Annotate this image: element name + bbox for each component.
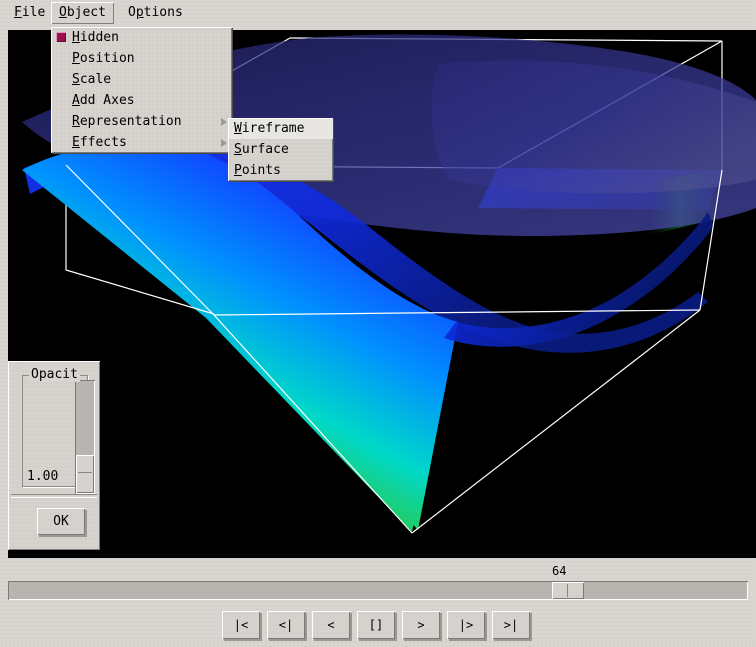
menu-item-representation[interactable]: Representation — [51, 111, 232, 132]
menu-object[interactable]: Object — [51, 2, 114, 24]
step-forward-button[interactable]: |> — [447, 611, 485, 639]
menu-file[interactable]: File — [6, 2, 53, 24]
object-dropdown-menu[interactable]: Hidden Position Scale Add Axes Represent… — [51, 27, 232, 153]
frame-value-label: 64 — [552, 564, 567, 578]
menu-item-effects[interactable]: Effects — [51, 132, 232, 153]
animation-buttons: |< <| < [] > |> >| — [222, 611, 534, 641]
submenu-arrow-icon — [221, 139, 227, 147]
opacity-group-label: Opacit — [29, 367, 80, 382]
submenu-item-wireframe-label: ireframe — [241, 121, 305, 136]
step-back-button[interactable]: <| — [267, 611, 305, 639]
menu-item-position[interactable]: Position — [51, 48, 232, 69]
menu-item-hidden[interactable]: Hidden — [51, 27, 232, 48]
submenu-item-wireframe[interactable]: Wireframe — [228, 118, 333, 139]
submenu-item-points[interactable]: Points — [228, 160, 333, 181]
menu-item-add-axes[interactable]: Add Axes — [51, 90, 232, 111]
hidden-checkbox-icon[interactable] — [56, 32, 66, 42]
last-frame-button[interactable]: >| — [492, 611, 530, 639]
menu-item-hidden-label: idden — [79, 30, 119, 45]
application-window: File Object Options Hidden Position Scal… — [0, 0, 756, 647]
submenu-item-surface-label: urface — [241, 142, 289, 157]
submenu-arrow-icon — [221, 118, 227, 126]
opacity-dialog: Opacit 1.00 OK — [8, 361, 100, 550]
menu-item-scale[interactable]: Scale — [51, 69, 232, 90]
menu-options-label: tions — [143, 5, 183, 20]
menu-item-representation-label: epresentation — [79, 114, 182, 129]
first-frame-button[interactable]: |< — [222, 611, 260, 639]
submenu-item-surface[interactable]: Surface — [228, 139, 333, 160]
submenu-item-points-label: oints — [241, 163, 281, 178]
menu-item-add-axes-label: dd Axes — [79, 93, 135, 108]
menu-item-effects-label: ffects — [79, 135, 127, 150]
opacity-value-label: 1.00 — [27, 469, 59, 484]
play-backward-button[interactable]: < — [312, 611, 350, 639]
menu-options[interactable]: Options — [120, 2, 191, 24]
opacity-slider-thumb[interactable] — [76, 455, 94, 493]
dialog-separator — [11, 494, 97, 498]
opacity-ok-button[interactable]: OK — [37, 508, 85, 535]
frame-value-row: 64 — [0, 564, 756, 579]
menu-bar: File Object Options — [0, 0, 756, 27]
representation-submenu[interactable]: Wireframe Surface Points — [228, 118, 333, 181]
menu-item-position-label: osition — [79, 51, 135, 66]
menu-item-scale-label: cale — [79, 72, 112, 87]
menu-object-label: bject — [66, 5, 106, 20]
play-forward-button[interactable]: > — [402, 611, 440, 639]
menu-file-label: ile — [21, 5, 46, 20]
frame-slider-thumb[interactable] — [552, 582, 584, 599]
frame-slider-track[interactable] — [8, 581, 748, 600]
opacity-slider-track[interactable] — [75, 380, 95, 494]
stop-button[interactable]: [] — [357, 611, 395, 639]
